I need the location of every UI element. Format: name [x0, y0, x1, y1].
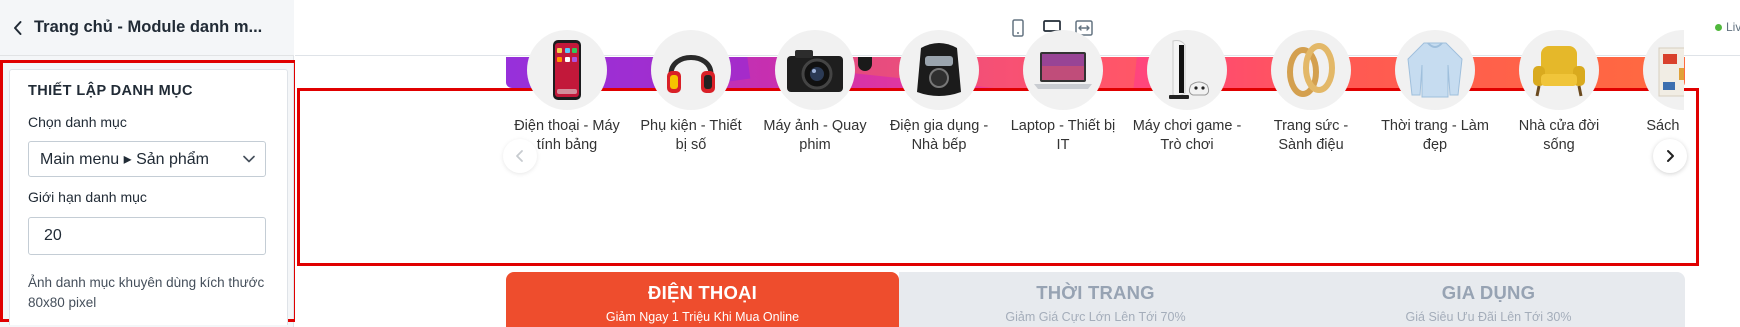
- category-thumbnail: [1643, 30, 1684, 110]
- category-label: Thời trang - Làm đẹp: [1381, 118, 1489, 153]
- category-thumbnail: [1395, 30, 1475, 110]
- tab-subtitle: Giá Siêu Ưu Đãi Lên Tới 30%: [1405, 310, 1572, 324]
- image-size-hint: Ảnh danh mục khuyên dùng kích thước 80x8…: [28, 275, 265, 310]
- status-dot-icon: [1715, 23, 1722, 31]
- chevron-left-icon: [516, 150, 523, 162]
- category-slider: Điện thoại - Máy tính bảng Phụ kiện - Th…: [220, 30, 1684, 240]
- category-promo-tabs: ĐIỆN THOẠI Giảm Ngay 1 Triệu Khi Mua Onl…: [506, 272, 1685, 327]
- tab-title: THỜI TRANG: [1036, 282, 1155, 303]
- category-thumbnail: [1519, 30, 1599, 110]
- sweater-icon: [1407, 42, 1463, 98]
- air-fryer-icon: [917, 43, 961, 96]
- category-thumbnail: [775, 30, 855, 110]
- back-button[interactable]: [5, 15, 31, 41]
- tab-gia-dung[interactable]: GIA DỤNG Giá Siêu Ưu Đãi Lên Tới 30%: [1292, 272, 1685, 327]
- slider-prev-button[interactable]: [503, 139, 537, 173]
- books-icon: [1658, 47, 1684, 97]
- tab-subtitle: Giảm Giá Cực Lớn Lên Tới 70%: [1005, 310, 1186, 324]
- category-item[interactable]: Máy ảnh - Quay phim: [753, 30, 877, 155]
- category-thumbnail: [899, 30, 979, 110]
- live-status-label: Liv: [1726, 20, 1740, 34]
- tab-title: ĐIỆN THOẠI: [648, 282, 757, 303]
- category-select-value: Main menu ▸ Sản phẩm: [40, 151, 210, 168]
- select-category-label: Chọn danh mục: [28, 114, 127, 130]
- rings-icon: [1287, 43, 1335, 97]
- category-label: Trang sức - Sành điệu: [1273, 118, 1349, 153]
- settings-heading: THIẾT LẬP DANH MỤC: [28, 83, 193, 99]
- category-item[interactable]: Điện gia dụng - Nhà bếp: [877, 30, 1001, 155]
- armchair-icon: [1533, 46, 1585, 97]
- console-icon: [1169, 40, 1210, 99]
- category-thumbnail: [1271, 30, 1351, 110]
- category-item[interactable]: Sách - thuy: [1621, 30, 1684, 136]
- slider-next-button[interactable]: [1653, 139, 1687, 173]
- live-status: Liv: [1715, 20, 1740, 34]
- tab-title: GIA DỤNG: [1441, 282, 1536, 303]
- category-thumbnail: [651, 30, 731, 110]
- category-label: Laptop - Thiết bị IT: [1010, 118, 1116, 153]
- category-item[interactable]: Nhà cửa đời sống: [1497, 30, 1621, 155]
- chevron-right-icon: [1667, 150, 1674, 162]
- category-item[interactable]: Thời trang - Làm đẹp: [1373, 30, 1497, 155]
- category-label: Điện gia dụng - Nhà bếp: [889, 118, 989, 153]
- category-thumbnail: [1023, 30, 1103, 110]
- laptop-icon: [1034, 52, 1092, 89]
- category-limit-label: Giới hạn danh mục: [28, 189, 147, 205]
- category-thumbnail: [527, 30, 607, 110]
- category-label: Nhà cửa đời sống: [1518, 118, 1600, 153]
- category-label: Máy ảnh - Quay phim: [763, 118, 867, 153]
- tab-subtitle: Giảm Ngay 1 Triệu Khi Mua Online: [605, 310, 800, 324]
- chevron-left-icon: [14, 20, 22, 35]
- category-item[interactable]: Trang sức - Sành điệu: [1249, 30, 1373, 155]
- category-item[interactable]: Máy chơi game - Trò chơi: [1125, 30, 1249, 155]
- headphones-icon: [667, 55, 715, 93]
- category-label: Máy chơi game - Trò chơi: [1132, 118, 1242, 153]
- tab-thoi-trang[interactable]: THỜI TRANG Giảm Giá Cực Lớn Lên Tới 70%: [899, 272, 1292, 327]
- category-item[interactable]: Phụ kiện - Thiết bị số: [629, 30, 753, 155]
- category-label: Sách - thuy: [1646, 118, 1684, 134]
- camera-icon: [787, 50, 843, 92]
- phone-icon: [553, 40, 581, 100]
- category-item[interactable]: Điện thoại - Máy tính bảng: [505, 30, 629, 155]
- tab-dien-thoai[interactable]: ĐIỆN THOẠI Giảm Ngay 1 Triệu Khi Mua Onl…: [506, 272, 899, 327]
- category-item[interactable]: Laptop - Thiết bị IT: [1001, 30, 1125, 155]
- category-label: Phụ kiện - Thiết bị số: [640, 118, 742, 153]
- category-thumbnail: [1147, 30, 1227, 110]
